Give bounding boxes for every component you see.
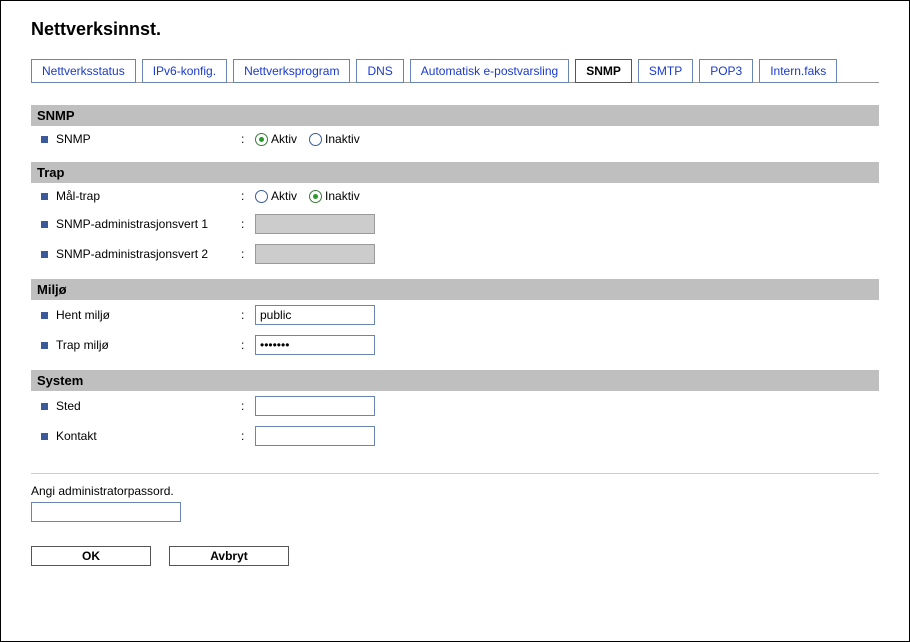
cancel-button[interactable]: Avbryt	[169, 546, 289, 566]
snmp-host2-input[interactable]	[255, 244, 375, 264]
snmp-host1-label: SNMP-administrasjonsvert 1	[56, 217, 208, 231]
bullet-icon	[41, 136, 48, 143]
sted-input[interactable]	[255, 396, 375, 416]
field-sted: Sted :	[31, 391, 879, 421]
field-trap-miljo: Trap miljø :	[31, 330, 879, 360]
bullet-icon	[41, 193, 48, 200]
snmp-host2-label: SNMP-administrasjonsvert 2	[56, 247, 208, 261]
radio-label-inactive: Inaktiv	[325, 189, 360, 203]
mal-trap-label: Mål-trap	[56, 189, 100, 203]
colon: :	[241, 399, 255, 413]
tab-nettverksstatus[interactable]: Nettverksstatus	[31, 59, 136, 83]
tab-automatisk-epostvarsling[interactable]: Automatisk e-postvarsling	[410, 59, 569, 83]
field-snmp-host1: SNMP-administrasjonsvert 1 :	[31, 209, 879, 239]
radio-label-active: Aktiv	[271, 132, 297, 146]
radio-unchecked-icon	[309, 133, 322, 146]
colon: :	[241, 247, 255, 261]
ok-button[interactable]: OK	[31, 546, 151, 566]
kontakt-label: Kontakt	[56, 429, 97, 443]
field-kontakt: Kontakt :	[31, 421, 879, 451]
radio-checked-icon	[255, 133, 268, 146]
tab-nettverksprogram[interactable]: Nettverksprogram	[233, 59, 350, 83]
bullet-icon	[41, 342, 48, 349]
bullet-icon	[41, 221, 48, 228]
bullet-icon	[41, 433, 48, 440]
section-snmp-header: SNMP	[31, 105, 879, 126]
trap-radio-inactive[interactable]: Inaktiv	[309, 189, 360, 203]
radio-label-inactive: Inaktiv	[325, 132, 360, 146]
tab-dns[interactable]: DNS	[356, 59, 403, 83]
trap-radio-active[interactable]: Aktiv	[255, 189, 297, 203]
tab-internfaks[interactable]: Intern.faks	[759, 59, 837, 83]
colon: :	[241, 132, 255, 146]
admin-password-label: Angi administratorpassord.	[31, 484, 879, 498]
section-trap-header: Trap	[31, 162, 879, 183]
tabs: Nettverksstatus IPv6-konfig. Nettverkspr…	[31, 58, 879, 83]
snmp-host1-input[interactable]	[255, 214, 375, 234]
colon: :	[241, 308, 255, 322]
tab-snmp[interactable]: SNMP	[575, 59, 632, 83]
trap-miljo-input[interactable]	[255, 335, 375, 355]
trap-miljo-label: Trap miljø	[56, 338, 109, 352]
bullet-icon	[41, 312, 48, 319]
sted-label: Sted	[56, 399, 81, 413]
radio-label-active: Aktiv	[271, 189, 297, 203]
radio-unchecked-icon	[255, 190, 268, 203]
snmp-radio-inactive[interactable]: Inaktiv	[309, 132, 360, 146]
field-mal-trap: Mål-trap : Aktiv Inaktiv	[31, 183, 879, 209]
colon: :	[241, 189, 255, 203]
hent-miljo-label: Hent miljø	[56, 308, 110, 322]
colon: :	[241, 429, 255, 443]
colon: :	[241, 338, 255, 352]
tab-pop3[interactable]: POP3	[699, 59, 753, 83]
bullet-icon	[41, 251, 48, 258]
footer: Angi administratorpassord. OK Avbryt	[31, 473, 879, 566]
kontakt-input[interactable]	[255, 426, 375, 446]
hent-miljo-input[interactable]	[255, 305, 375, 325]
tab-ipv6-konfig[interactable]: IPv6-konfig.	[142, 59, 227, 83]
colon: :	[241, 217, 255, 231]
section-env-header: Miljø	[31, 279, 879, 300]
bullet-icon	[41, 403, 48, 410]
section-system-header: System	[31, 370, 879, 391]
snmp-radio-active[interactable]: Aktiv	[255, 132, 297, 146]
field-snmp: SNMP : Aktiv Inaktiv	[31, 126, 879, 152]
admin-password-input[interactable]	[31, 502, 181, 522]
field-hent-miljo: Hent miljø :	[31, 300, 879, 330]
radio-checked-icon	[309, 190, 322, 203]
page-title: Nettverksinnst.	[31, 19, 879, 40]
field-snmp-host2: SNMP-administrasjonsvert 2 :	[31, 239, 879, 269]
snmp-label: SNMP	[56, 132, 91, 146]
tab-smtp[interactable]: SMTP	[638, 59, 693, 83]
